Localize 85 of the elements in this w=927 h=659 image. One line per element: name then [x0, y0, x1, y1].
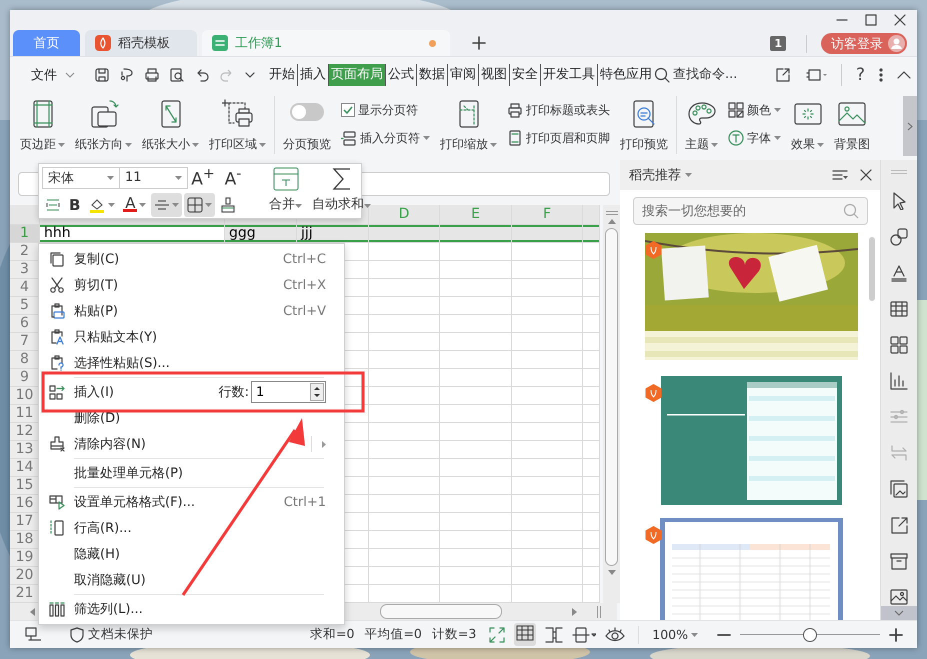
menu-item[interactable]: 清除内容(N) — [39, 431, 344, 457]
menu-item[interactable]: 选择性粘贴(S)... — [39, 350, 344, 376]
menu-item[interactable]: 复制(C) Ctrl+C — [39, 246, 344, 272]
ribbon-button[interactable]: 打印预览 — [618, 96, 670, 155]
menu-item[interactable]: 筛选列(L)... — [39, 596, 344, 622]
ribbon-tab[interactable]: 开发工具 — [541, 64, 598, 86]
font-color-button[interactable]: A — [120, 192, 150, 217]
row-header[interactable]: 4 — [10, 279, 40, 297]
menu-item[interactable]: 剪切(T) Ctrl+X — [39, 272, 344, 298]
row-header[interactable]: 2 — [10, 243, 40, 261]
row-header[interactable]: 20 — [10, 567, 40, 585]
row-header[interactable]: 3 — [10, 261, 40, 279]
table-cell: jjj — [297, 225, 369, 243]
toggle-label: 分页预览 — [283, 136, 331, 153]
ribbon-tab[interactable]: 开始 — [267, 64, 298, 86]
font-select[interactable]: 宋体 — [42, 166, 120, 189]
row-header[interactable]: 6 — [10, 315, 40, 333]
font-size-button[interactable]: A$^{-}$ — [218, 166, 248, 190]
ribbon-tab[interactable]: 视图 — [479, 64, 510, 86]
login-button[interactable]: 访客登录 — [821, 33, 907, 54]
shortcut-label: Ctrl+1 — [284, 494, 326, 510]
field-label: 行数: — [218, 384, 249, 401]
row-header[interactable]: 9 — [10, 369, 40, 387]
zoom-select[interactable]: 100% — [652, 627, 698, 642]
menu-item[interactable]: 只粘贴文本(Y) — [39, 324, 344, 350]
row-header[interactable]: 17 — [10, 513, 40, 531]
row-header[interactable]: 16 — [10, 495, 40, 513]
help-button[interactable]: ? — [856, 64, 866, 84]
table-cell: hhh — [40, 225, 225, 243]
row-header[interactable]: 10 — [10, 387, 40, 405]
row-header[interactable]: 18 — [10, 531, 40, 549]
sum-readout: 求和=0 — [310, 626, 354, 643]
average-readout: 平均值=0 — [364, 626, 422, 643]
menu-item[interactable]: 插入(I) 行数: 1 — [39, 379, 344, 405]
search-field[interactable]: 搜索一切您想要的 — [633, 197, 868, 225]
bold-button[interactable]: B — [66, 192, 84, 217]
row-header[interactable]: 12 — [10, 423, 40, 441]
ribbon-tab[interactable]: 审阅 — [448, 64, 479, 86]
ribbon-button[interactable]: 打印标题或表头 — [505, 98, 612, 122]
row-header[interactable]: 15 — [10, 477, 40, 495]
tab[interactable]: 稻壳模板 — [85, 30, 197, 56]
menu-item[interactable]: 粘贴(P) Ctrl+V — [39, 298, 344, 324]
ribbon-button[interactable]: 页边距 — [18, 96, 67, 155]
shortcut-label: Ctrl+X — [283, 278, 326, 292]
row-header[interactable]: 19 — [10, 549, 40, 567]
ribbon-button[interactable]: 打印缩放 — [438, 96, 499, 155]
ribbon-button[interactable]: 字体 — [726, 126, 783, 150]
ribbon-button[interactable]: 插入分页符 — [339, 126, 432, 150]
command-search-field[interactable]: 查找命令... — [654, 66, 753, 82]
row-header[interactable]: 21 — [10, 585, 40, 603]
row-header[interactable]: 5 — [10, 297, 40, 315]
ribbon-button[interactable]: 打印页眉和页脚 — [505, 126, 612, 150]
menu-item[interactable]: 取消隐藏(U) — [39, 567, 344, 593]
ribbon-tab[interactable]: 安全 — [510, 64, 541, 86]
ribbon-button[interactable]: 纸张大小 — [140, 96, 201, 155]
document-count-badge[interactable]: 1 — [770, 36, 786, 51]
row-header[interactable]: 8 — [10, 351, 40, 369]
ribbon-tab[interactable]: 数据 — [417, 64, 448, 86]
merge-button[interactable]: 合并 — [264, 166, 307, 216]
file-menu[interactable]: 文件 — [31, 66, 75, 84]
ribbon-button[interactable]: 背景图 — [832, 96, 872, 155]
menu-item[interactable]: 行高(R)... — [39, 515, 344, 541]
menu-item[interactable]: 批量处理单元格(P) — [39, 460, 344, 486]
menu-item[interactable]: 隐藏(H) — [39, 541, 344, 567]
shortcut-label: Ctrl+V — [283, 304, 326, 318]
table-cell: ggg — [225, 225, 297, 243]
shortcut-label: Ctrl+C — [282, 252, 326, 266]
font-size-button[interactable]: A$^{+}$ — [188, 166, 218, 190]
row-header[interactable]: 14 — [10, 459, 40, 477]
ribbon-button[interactable]: 打印区域 — [207, 96, 268, 155]
ribbon-button[interactable]: 主题 — [683, 96, 720, 155]
protection-status[interactable]: 文档未保护 — [88, 626, 153, 643]
row-header[interactable]: 11 — [10, 405, 40, 423]
ribbon-button[interactable]: 纸张方向 — [73, 96, 134, 155]
menu-item[interactable]: 设置单元格格式(F)... Ctrl+1 — [39, 489, 344, 515]
ribbon-button[interactable]: 效果 — [789, 96, 826, 155]
checkbox-label: 显示分页符 — [358, 102, 418, 118]
count-readout: 计数=3 — [432, 626, 476, 643]
ribbon-button[interactable]: 颜色 — [726, 98, 783, 122]
pane-title[interactable]: 稻壳推荐 — [629, 166, 692, 184]
font-size-select[interactable]: 11 — [120, 166, 188, 189]
ribbon-tab[interactable]: 公式 — [386, 64, 417, 86]
ribbon-tab[interactable]: 特色应用 — [598, 64, 654, 86]
row-header[interactable]: 13 — [10, 441, 40, 459]
row-header[interactable]: 7 — [10, 333, 40, 351]
